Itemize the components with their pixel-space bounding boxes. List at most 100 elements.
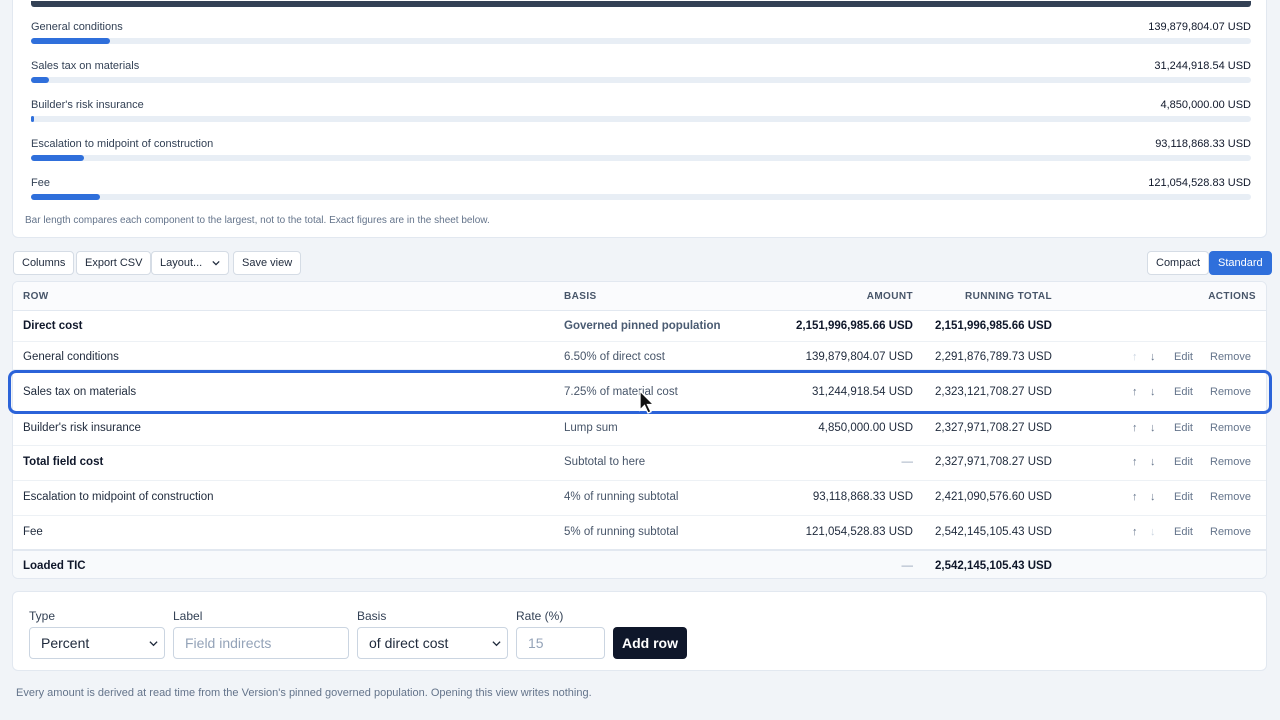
footnote: Every amount is derived at read time fro…	[16, 687, 592, 699]
row-basis: 6.50% of direct cost	[564, 351, 665, 363]
bar-row-sales-tax: Sales tax on materials 31,244,918.54 USD	[31, 60, 1251, 90]
row-amount: 4,850,000.00 USD	[818, 422, 913, 434]
remove-button[interactable]: Remove	[1210, 386, 1251, 398]
move-down-button[interactable]: ↓	[1150, 386, 1156, 398]
mouse-cursor-icon	[639, 390, 656, 414]
move-up-button[interactable]: ↑	[1132, 456, 1138, 468]
basis-select[interactable]: of direct cost	[357, 627, 508, 659]
row-running-total: 2,421,090,576.60 USD	[934, 491, 1052, 503]
remove-button[interactable]: Remove	[1210, 351, 1251, 363]
edit-button[interactable]: Edit	[1174, 526, 1193, 538]
row-running-total: 2,323,121,708.27 USD	[934, 386, 1052, 398]
bar-track	[31, 155, 1251, 161]
remove-button[interactable]: Remove	[1210, 491, 1251, 503]
row-basis: 7.25% of material cost	[564, 386, 678, 398]
table-row[interactable]: Fee 5% of running subtotal 121,054,528.8…	[13, 516, 1266, 549]
edit-button[interactable]: Edit	[1174, 422, 1193, 434]
bar-track	[31, 77, 1251, 83]
row-label: Builder's risk insurance	[23, 422, 141, 434]
row-basis: 4% of running subtotal	[564, 491, 679, 503]
save-view-button[interactable]: Save view	[233, 251, 302, 275]
bar-value: 31,244,918.54 USD	[1154, 60, 1251, 72]
move-up-button[interactable]: ↑	[1132, 526, 1138, 538]
row-amount: 121,054,528.83 USD	[805, 526, 913, 538]
bar-label: Escalation to midpoint of construction	[31, 138, 214, 150]
row-label: Total field cost	[23, 456, 104, 468]
header-running-total: RUNNING TOTAL	[964, 291, 1052, 302]
header-amount: AMOUNT	[866, 291, 913, 302]
type-select-value: Percent	[41, 635, 90, 651]
move-down-button[interactable]: ↓	[1150, 422, 1156, 434]
bar-top-strip	[31, 1, 1251, 7]
edit-button[interactable]: Edit	[1174, 386, 1193, 398]
label-input[interactable]: Field indirects	[173, 627, 349, 659]
header-basis: BASIS	[564, 291, 597, 302]
edit-button[interactable]: Edit	[1174, 351, 1193, 363]
table-row: Direct cost Governed pinned population 2…	[13, 311, 1266, 342]
move-down-button[interactable]: ↓	[1150, 351, 1156, 363]
bar-fill	[31, 38, 111, 44]
footer-running-total: 2,542,145,105.43 USD	[934, 560, 1052, 572]
rate-input[interactable]: 15	[516, 627, 605, 659]
bar-fill	[31, 194, 100, 200]
basis-label: Basis	[357, 609, 387, 623]
add-row-button[interactable]: Add row	[613, 627, 687, 659]
row-running-total: 2,327,971,708.27 USD	[934, 422, 1052, 434]
move-down-button[interactable]: ↓	[1150, 456, 1156, 468]
bar-row-builders-risk: Builder's risk insurance 4,850,000.00 US…	[31, 99, 1251, 129]
edit-button[interactable]: Edit	[1174, 491, 1193, 503]
row-basis: Subtotal to here	[564, 456, 646, 468]
type-select[interactable]: Percent	[29, 627, 165, 659]
bar-track	[31, 194, 1251, 200]
type-label: Type	[29, 609, 56, 623]
add-row-form: Type Percent Label Field indirects Basis…	[12, 591, 1267, 671]
footer-amount: —	[901, 560, 914, 572]
move-down-button[interactable]: ↓	[1150, 491, 1156, 503]
layout-select-label: Layout...	[160, 257, 203, 269]
compact-density-button[interactable]: Compact	[1147, 251, 1210, 275]
row-basis: Governed pinned population	[564, 320, 721, 332]
remove-button[interactable]: Remove	[1210, 456, 1251, 468]
move-up-button[interactable]: ↑	[1132, 351, 1138, 363]
row-amount: 2,151,996,985.66 USD	[795, 320, 913, 332]
table-header: ROW BASIS AMOUNT RUNNING TOTAL ACTIONS	[13, 282, 1266, 311]
chevron-down-icon	[149, 641, 158, 647]
standard-density-button[interactable]: Standard	[1209, 251, 1272, 275]
row-basis: Lump sum	[564, 422, 618, 434]
bar-row-general-conditions: General conditions 139,879,804.07 USD	[31, 21, 1251, 51]
edit-button[interactable]: Edit	[1174, 456, 1193, 468]
remove-button[interactable]: Remove	[1210, 526, 1251, 538]
table-row[interactable]: Escalation to midpoint of construction 4…	[13, 481, 1266, 516]
bar-label: Sales tax on materials	[31, 60, 140, 72]
row-amount: 93,118,868.33 USD	[812, 491, 913, 503]
move-up-button[interactable]: ↑	[1132, 422, 1138, 434]
layout-select[interactable]: Layout...	[151, 251, 230, 275]
cost-sheet-table: ROW BASIS AMOUNT RUNNING TOTAL ACTIONS D…	[12, 281, 1267, 579]
row-label: Escalation to midpoint of construction	[23, 491, 214, 503]
table-row[interactable]: General conditions 6.50% of direct cost …	[13, 342, 1266, 370]
row-label: Fee	[23, 526, 43, 538]
move-up-button[interactable]: ↑	[1132, 491, 1138, 503]
bar-label: General conditions	[31, 21, 123, 33]
footer-label: Loaded TIC	[23, 560, 86, 572]
header-actions: ACTIONS	[1208, 291, 1256, 302]
row-basis: 5% of running subtotal	[564, 526, 679, 538]
bar-value: 121,054,528.83 USD	[1148, 177, 1251, 189]
table-row[interactable]: Total field cost Subtotal to here — 2,32…	[13, 446, 1266, 481]
chevron-down-icon	[212, 260, 220, 266]
bar-row-fee: Fee 121,054,528.83 USD	[31, 177, 1251, 207]
move-up-button[interactable]: ↑	[1132, 386, 1138, 398]
table-footer-row: Loaded TIC — 2,542,145,105.43 USD	[13, 549, 1266, 578]
row-amount: 31,244,918.54 USD	[811, 386, 913, 398]
columns-button[interactable]: Columns	[13, 251, 75, 275]
bar-row-escalation: Escalation to midpoint of construction 9…	[31, 138, 1251, 168]
row-running-total: 2,542,145,105.43 USD	[934, 526, 1052, 538]
export-csv-button[interactable]: Export CSV	[76, 251, 152, 275]
remove-button[interactable]: Remove	[1210, 422, 1251, 434]
move-down-button[interactable]: ↓	[1150, 526, 1156, 538]
row-label: General conditions	[23, 351, 119, 363]
table-row[interactable]: Builder's risk insurance Lump sum 4,850,…	[13, 412, 1266, 446]
row-running-total: 2,151,996,985.66 USD	[934, 320, 1052, 332]
component-bars-card: General conditions 139,879,804.07 USD Sa…	[12, 0, 1267, 238]
row-amount: —	[901, 456, 914, 468]
